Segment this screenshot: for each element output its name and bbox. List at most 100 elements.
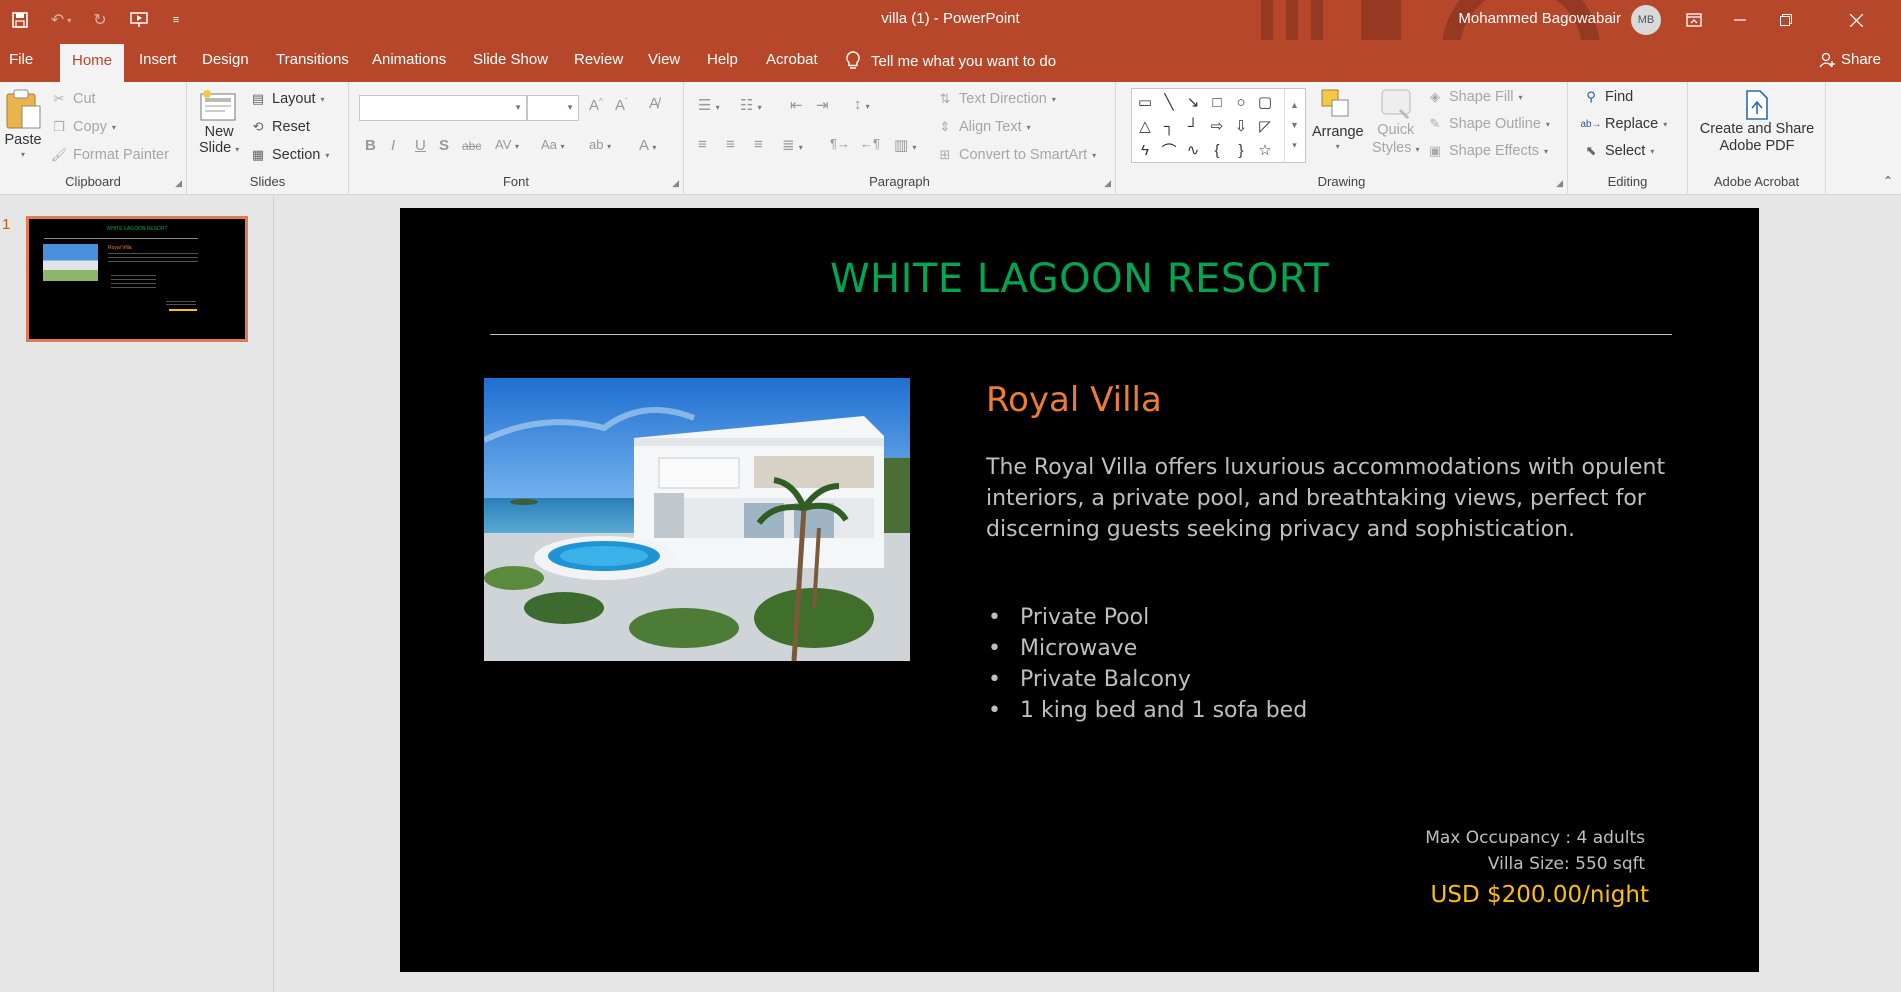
font-size-dropdown[interactable]: ▼ bbox=[527, 95, 579, 121]
quick-styles-button[interactable]: Quick Styles ▾ bbox=[1372, 88, 1420, 156]
minimize-icon[interactable] bbox=[1717, 0, 1763, 40]
ltr-icon[interactable]: ¶→ bbox=[830, 136, 850, 151]
tab-view[interactable]: View bbox=[648, 51, 680, 68]
elbow-connector-shape-icon[interactable]: ┐ bbox=[1158, 115, 1180, 137]
rectangle-shape-icon[interactable]: □ bbox=[1206, 91, 1228, 113]
curve-shape-icon[interactable]: ∿ bbox=[1182, 139, 1204, 161]
align-center-icon[interactable]: ≡ bbox=[726, 136, 735, 153]
bullets-icon[interactable]: ☰ ▾ bbox=[698, 96, 720, 114]
oval-shape-icon[interactable]: ○ bbox=[1230, 91, 1252, 113]
format-painter-button[interactable]: 🖌 Format Painter bbox=[50, 146, 169, 164]
shape-fill-button[interactable]: ◈ Shape Fill ▾ bbox=[1426, 88, 1523, 106]
user-name[interactable]: Mohammed Bagowabair bbox=[1458, 10, 1621, 27]
rounded-rectangle-shape-icon[interactable]: ▢ bbox=[1254, 91, 1276, 113]
tab-slide-show[interactable]: Slide Show bbox=[473, 51, 548, 68]
amenities-list[interactable]: Private Pool Microwave Private Balcony 1… bbox=[988, 602, 1307, 726]
arrange-button[interactable]: Arrange ▾ bbox=[1312, 88, 1364, 151]
find-button[interactable]: ⚲ Find bbox=[1582, 88, 1633, 106]
tab-home[interactable]: Home bbox=[60, 44, 125, 82]
font-launcher-icon[interactable]: ◢ bbox=[672, 178, 679, 189]
down-arrow-shape-icon[interactable]: ⇩ bbox=[1230, 115, 1252, 137]
restore-icon[interactable] bbox=[1763, 0, 1809, 40]
text-direction-button[interactable]: ⇅ Text Direction ▾ bbox=[936, 90, 1056, 108]
highlight-icon[interactable]: ab ▾ bbox=[589, 137, 611, 152]
character-spacing-icon[interactable]: AV ▾ bbox=[495, 137, 519, 152]
price[interactable]: USD $200.00/night bbox=[1431, 882, 1649, 908]
elbow-arrow-shape-icon[interactable]: ┘ bbox=[1182, 115, 1204, 137]
new-slide-button[interactable]: New Slide ▾ bbox=[199, 88, 239, 156]
close-icon[interactable] bbox=[1811, 0, 1901, 40]
right-brace-shape-icon[interactable]: } bbox=[1230, 139, 1252, 161]
underline-icon[interactable]: U bbox=[415, 137, 426, 154]
replace-button[interactable]: ab→ Replace ▾ bbox=[1580, 115, 1667, 133]
arrow-line-shape-icon[interactable]: ↘ bbox=[1182, 91, 1204, 113]
villa-name[interactable]: Royal Villa bbox=[986, 380, 1162, 420]
shape-effects-button[interactable]: ▣ Shape Effects ▾ bbox=[1426, 142, 1548, 160]
shapes-gallery[interactable]: ▭ ╲ ↘ □ ○ ▢ △ ┐ ┘ ⇨ ⇩ ◸ ϟ ⌒ ∿ { } ☆ ▲ ▼ ▾ bbox=[1131, 88, 1306, 163]
tab-animations[interactable]: Animations bbox=[372, 51, 446, 68]
section-button[interactable]: ▦ Section ▾ bbox=[249, 146, 330, 164]
bold-icon[interactable]: B bbox=[365, 137, 376, 154]
tab-design[interactable]: Design bbox=[202, 51, 249, 68]
slide-thumbnail[interactable]: WHITE LAGOON RESORT Royal Villa bbox=[26, 216, 248, 342]
shapes-scroll-icon[interactable]: ▲ ▼ ▾ bbox=[1284, 89, 1304, 162]
arc-shape-icon[interactable]: ⌒ bbox=[1158, 139, 1180, 161]
increase-indent-icon[interactable]: ⇥ bbox=[816, 96, 829, 114]
slide-title[interactable]: WHITE LAGOON RESORT bbox=[400, 256, 1759, 302]
layout-button[interactable]: ▤ Layout ▾ bbox=[249, 90, 325, 108]
cut-button[interactable]: ✂ Cut bbox=[50, 90, 96, 108]
tab-transitions[interactable]: Transitions bbox=[276, 51, 349, 68]
max-occupancy[interactable]: Max Occupancy : 4 adults bbox=[1425, 828, 1645, 848]
strikethrough-icon[interactable]: abc bbox=[462, 139, 481, 153]
slide-canvas[interactable]: WHITE LAGOON RESORT Royal Villa The Roya… bbox=[400, 208, 1759, 972]
decrease-indent-icon[interactable]: ⇤ bbox=[790, 96, 803, 114]
font-color-icon[interactable]: A ▾ bbox=[639, 137, 656, 154]
villa-size[interactable]: Villa Size: 550 sqft bbox=[1488, 854, 1645, 874]
snip-shape-icon[interactable]: ◸ bbox=[1254, 115, 1276, 137]
tab-file[interactable]: File bbox=[9, 51, 33, 68]
avatar[interactable]: MB bbox=[1631, 5, 1661, 35]
text-box-shape-icon[interactable]: ▭ bbox=[1134, 91, 1156, 113]
villa-description[interactable]: The Royal Villa offers luxurious accommo… bbox=[986, 452, 1666, 545]
left-brace-shape-icon[interactable]: { bbox=[1206, 139, 1228, 161]
text-shadow-icon[interactable]: S bbox=[439, 137, 449, 154]
align-right-icon[interactable]: ≡ bbox=[754, 136, 763, 153]
italic-icon[interactable]: I bbox=[391, 137, 395, 154]
reset-button[interactable]: ⟲ Reset bbox=[249, 118, 310, 136]
create-adobe-pdf-button[interactable]: Create and Share Adobe PDF bbox=[1698, 90, 1816, 154]
copy-button[interactable]: ❐ Copy ▾ bbox=[50, 118, 116, 136]
font-family-dropdown[interactable]: ▼ bbox=[359, 95, 527, 121]
tab-insert[interactable]: Insert bbox=[139, 51, 177, 68]
numbering-icon[interactable]: ☷ ▾ bbox=[740, 96, 762, 114]
right-arrow-shape-icon[interactable]: ⇨ bbox=[1206, 115, 1228, 137]
align-left-icon[interactable]: ≡ bbox=[698, 136, 707, 153]
select-button[interactable]: ⬉ Select ▾ bbox=[1582, 142, 1655, 160]
star-shape-icon[interactable]: ☆ bbox=[1254, 139, 1276, 161]
align-text-button[interactable]: ⇕ Align Text ▾ bbox=[936, 118, 1031, 136]
paragraph-launcher-icon[interactable]: ◢ bbox=[1104, 178, 1111, 189]
line-shape-icon[interactable]: ╲ bbox=[1158, 91, 1180, 113]
decrease-font-icon[interactable]: Aˇ bbox=[615, 97, 628, 114]
share-button[interactable]: Share bbox=[1819, 51, 1881, 68]
triangle-shape-icon[interactable]: △ bbox=[1134, 115, 1156, 137]
clipboard-launcher-icon[interactable]: ◢ bbox=[175, 178, 182, 189]
justify-icon[interactable]: ≣ ▾ bbox=[782, 136, 803, 154]
tab-review[interactable]: Review bbox=[574, 51, 623, 68]
increase-font-icon[interactable]: A^ bbox=[589, 97, 603, 114]
clear-formatting-icon[interactable]: A̸ bbox=[649, 95, 659, 112]
villa-photo[interactable] bbox=[484, 378, 910, 661]
paste-button[interactable]: Paste ▾ bbox=[4, 88, 42, 159]
tell-me-search[interactable]: Tell me what you want to do bbox=[845, 51, 1056, 71]
tab-help[interactable]: Help bbox=[707, 51, 738, 68]
rtl-icon[interactable]: ←¶ bbox=[860, 136, 880, 151]
tab-acrobat[interactable]: Acrobat bbox=[766, 51, 818, 68]
convert-smartart-button[interactable]: ⊞ Convert to SmartArt ▾ bbox=[936, 146, 1097, 164]
shape-outline-button[interactable]: ✎ Shape Outline ▾ bbox=[1426, 115, 1550, 133]
collapse-ribbon-icon[interactable]: ⌃ bbox=[1883, 174, 1893, 188]
drawing-launcher-icon[interactable]: ◢ bbox=[1556, 178, 1563, 189]
line-spacing-icon[interactable]: ↕ ▾ bbox=[854, 96, 870, 113]
ribbon-display-options-icon[interactable] bbox=[1671, 0, 1717, 40]
columns-icon[interactable]: ▥ ▾ bbox=[894, 136, 916, 154]
lightning-shape-icon[interactable]: ϟ bbox=[1134, 139, 1156, 161]
change-case-icon[interactable]: Aa ▾ bbox=[541, 137, 565, 152]
